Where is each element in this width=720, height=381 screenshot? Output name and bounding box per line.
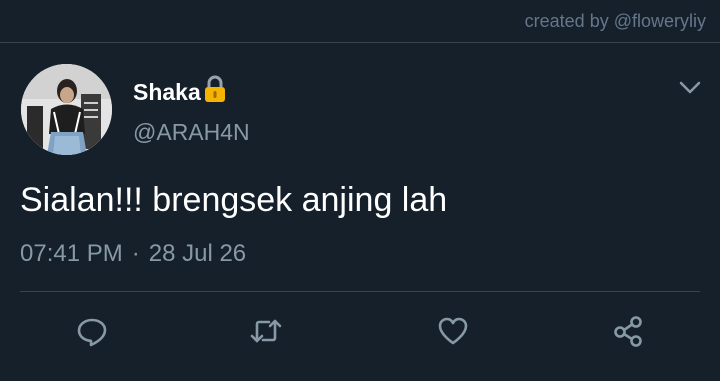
user-handle[interactable]: @ARAH4N	[133, 119, 250, 146]
like-button[interactable]	[436, 314, 470, 348]
reply-button[interactable]	[75, 314, 109, 348]
reply-icon	[77, 318, 107, 347]
avatar-photo	[21, 64, 112, 155]
tweet-text: Sialan!!! brengsek anjing lah	[20, 181, 448, 219]
heart-icon	[438, 317, 468, 345]
top-divider	[0, 42, 720, 43]
chevron-down-icon[interactable]	[676, 78, 704, 98]
share-icon	[614, 316, 642, 347]
display-name-text: Shaka	[133, 79, 201, 105]
lock-icon	[204, 75, 225, 102]
tweet-card: created by @floweryliy Shaka @ARAH4N Sia…	[0, 0, 720, 381]
action-divider	[20, 291, 700, 292]
creator-credit: created by @floweryliy	[524, 11, 706, 31]
tweet-time: 07:41 PM	[20, 240, 123, 267]
retweet-icon	[250, 319, 282, 343]
display-name[interactable]: Shaka	[133, 75, 228, 106]
retweet-button[interactable]	[249, 314, 283, 348]
tweet-date: 28 Jul 26	[148, 240, 247, 267]
avatar[interactable]	[21, 64, 112, 155]
meta-separator: ·	[131, 240, 140, 267]
share-button[interactable]	[612, 314, 646, 348]
tweet-timestamp[interactable]: 07:41 PM · 28 Jul 26	[20, 240, 246, 268]
